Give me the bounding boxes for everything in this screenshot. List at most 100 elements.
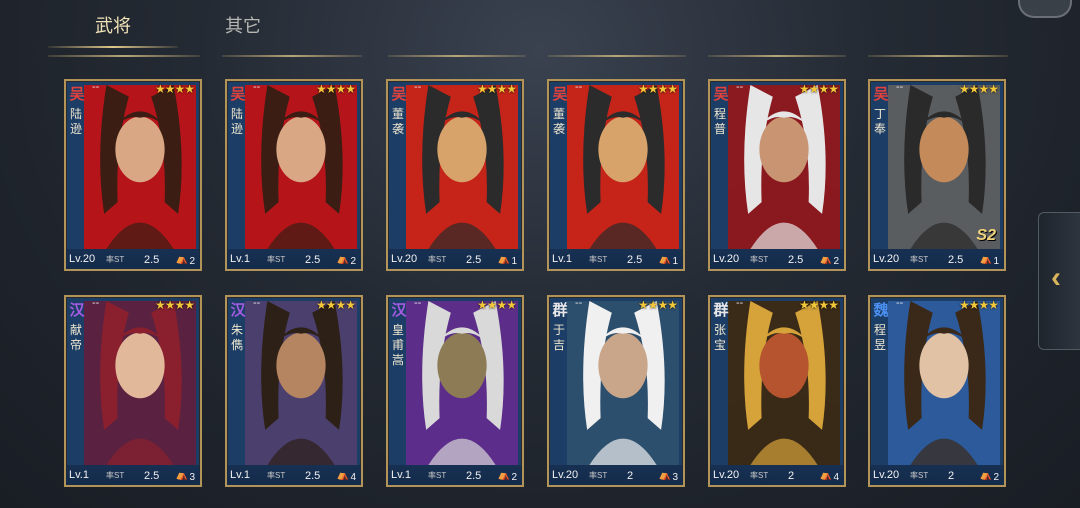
troop-type-icon: ⛺: [497, 470, 510, 481]
divider: [388, 55, 526, 57]
general-name: 丁奉: [873, 107, 886, 136]
slot-indicator: --: [575, 81, 583, 93]
general-card[interactable]: 吴 -- ★★★★ 丁奉 Lv.20 率ST 2.5 ⛺ 1 S2: [868, 79, 1006, 271]
tab-bar: 武将 其它: [48, 0, 1048, 50]
general-card[interactable]: 汉 -- ★★★★ 皇甫嵩 Lv.1 率ST 2.5 ⛺ 2: [386, 295, 524, 487]
faction-badge: 汉: [69, 301, 85, 319]
count-value: 2: [993, 472, 999, 483]
faction-badge: 吴: [552, 85, 568, 103]
general-card[interactable]: 群 -- ★★★★ 张宝 Lv.20 率ST 2 ⛺ 4: [708, 295, 846, 487]
stat-label: 率ST: [910, 471, 929, 480]
level-label: Lv.1: [552, 253, 572, 265]
star-rating: ★★★★: [154, 82, 195, 96]
general-card[interactable]: 吴 -- ★★★★ 程普 Lv.20 率ST 2.5 ⛺ 2: [708, 79, 846, 271]
star-rating: ★★★★: [315, 298, 356, 312]
troop-type-icon: ⛺: [175, 254, 188, 265]
tab-generals[interactable]: 武将: [48, 10, 178, 48]
troop-type-icon: ⛺: [979, 254, 992, 265]
troop-type-icon: ⛺: [336, 470, 349, 481]
level-label: Lv.20: [873, 253, 900, 265]
stat-label: 率ST: [910, 255, 929, 264]
cost-value: 2: [948, 470, 955, 482]
count-value: 2: [189, 256, 195, 267]
general-card[interactable]: 汉 -- ★★★★ 朱儁 Lv.1 率ST 2.5 ⛺ 4: [225, 295, 363, 487]
divider: [868, 55, 1008, 57]
cost-value: 2.5: [948, 254, 964, 266]
faction-badge: 汉: [230, 301, 246, 319]
season-badge: S2: [976, 227, 996, 244]
general-portrait: [406, 301, 518, 465]
general-portrait: [728, 85, 840, 249]
general-portrait: [567, 85, 679, 249]
faction-badge: 吴: [69, 85, 85, 103]
star-rating: ★★★★: [476, 82, 517, 96]
stat-label: 率ST: [589, 471, 608, 480]
troop-type-icon: ⛺: [497, 254, 510, 265]
star-rating: ★★★★: [637, 298, 678, 312]
general-name: 皇甫嵩: [391, 323, 404, 367]
side-panel-toggle[interactable]: ‹: [1038, 212, 1080, 350]
faction-badge: 吴: [230, 85, 246, 103]
faction-badge: 汉: [391, 301, 407, 319]
general-portrait: [406, 85, 518, 249]
cost-value: 2: [627, 470, 634, 482]
count-value: 1: [672, 256, 678, 267]
star-rating: ★★★★: [958, 82, 999, 96]
stat-label: 率ST: [106, 471, 125, 480]
general-card[interactable]: 魏 -- ★★★★ 程昱 Lv.20 率ST 2 ⛺ 2: [868, 295, 1006, 487]
general-card[interactable]: 汉 -- ★★★★ 献帝 Lv.1 率ST 2.5 ⛺ 3: [64, 295, 202, 487]
cost-value: 2.5: [788, 254, 804, 266]
troop-type-icon: ⛺: [175, 470, 188, 481]
troop-type-icon: ⛺: [819, 254, 832, 265]
general-name: 董袭: [552, 107, 565, 136]
top-corner-ornament: [1018, 0, 1072, 18]
troop-type-icon: ⛺: [979, 470, 992, 481]
faction-badge: 吴: [713, 85, 729, 103]
general-card[interactable]: 吴 -- ★★★★ 董袭 Lv.20 率ST 2.5 ⛺ 1: [386, 79, 524, 271]
troop-type-icon: ⛺: [658, 470, 671, 481]
slot-indicator: --: [253, 297, 261, 309]
stat-label: 率ST: [750, 471, 769, 480]
general-card[interactable]: 吴 -- ★★★★ 陆逊 Lv.20 率ST 2.5 ⛺ 2: [64, 79, 202, 271]
troop-type-icon: ⛺: [336, 254, 349, 265]
level-label: Lv.20: [713, 253, 740, 265]
stat-label: 率ST: [750, 255, 769, 264]
cost-value: 2.5: [466, 254, 482, 266]
star-rating: ★★★★: [798, 298, 839, 312]
level-label: Lv.20: [391, 253, 418, 265]
count-value: 4: [350, 472, 356, 483]
slot-indicator: --: [414, 81, 422, 93]
general-name: 陆逊: [69, 107, 82, 136]
tab-others[interactable]: 其它: [178, 10, 308, 44]
cost-value: 2.5: [466, 470, 482, 482]
divider: [222, 55, 362, 57]
general-card[interactable]: 吴 -- ★★★★ 陆逊 Lv.1 率ST 2.5 ⛺ 2: [225, 79, 363, 271]
general-portrait: [728, 301, 840, 465]
general-card[interactable]: 群 -- ★★★★ 于吉 Lv.20 率ST 2 ⛺ 3: [547, 295, 685, 487]
stat-label: 率ST: [589, 255, 608, 264]
divider: [48, 55, 200, 57]
level-label: Lv.20: [69, 253, 96, 265]
chevron-left-icon: ‹: [1051, 261, 1061, 294]
slot-indicator: --: [896, 81, 904, 93]
general-name: 朱儁: [230, 323, 243, 352]
general-portrait: [567, 301, 679, 465]
general-portrait: [888, 301, 1000, 465]
level-label: Lv.1: [230, 469, 250, 481]
count-value: 3: [189, 472, 195, 483]
slot-indicator: --: [92, 297, 100, 309]
star-rating: ★★★★: [476, 298, 517, 312]
stat-label: 率ST: [428, 471, 447, 480]
count-value: 1: [993, 256, 999, 267]
general-card[interactable]: 吴 -- ★★★★ 董袭 Lv.1 率ST 2.5 ⛺ 1: [547, 79, 685, 271]
general-portrait: [888, 85, 1000, 249]
slot-indicator: --: [414, 297, 422, 309]
general-portrait: [245, 85, 357, 249]
stat-label: 率ST: [267, 255, 286, 264]
cost-value: 2: [788, 470, 795, 482]
faction-badge: 群: [713, 301, 729, 319]
faction-badge: 吴: [873, 85, 889, 103]
star-rating: ★★★★: [637, 82, 678, 96]
general-name: 张宝: [713, 323, 726, 352]
general-portrait: [245, 301, 357, 465]
